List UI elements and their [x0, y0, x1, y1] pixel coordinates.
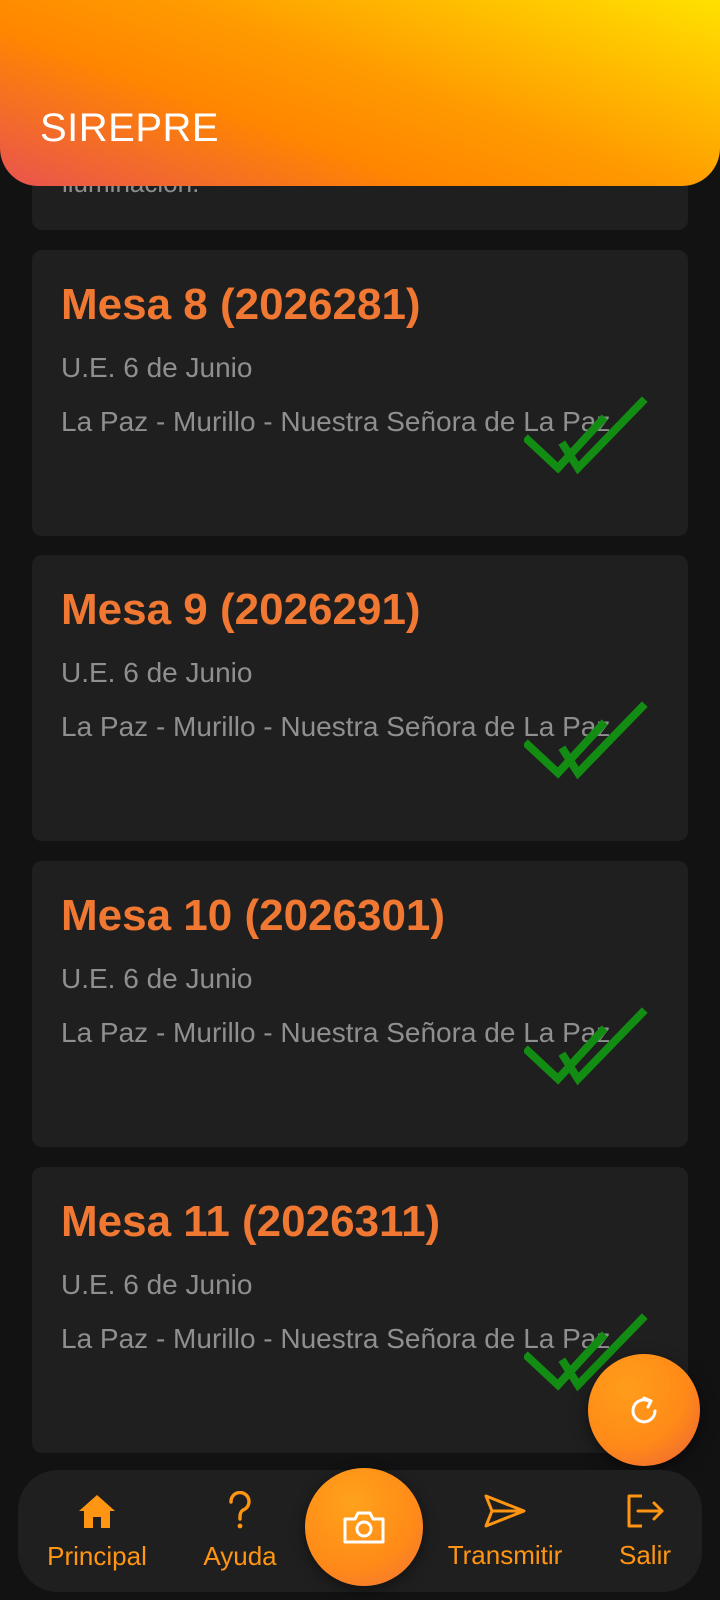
camera-icon — [343, 1511, 385, 1544]
double-check-icon — [524, 1007, 648, 1086]
app-title: SIREPRE — [40, 106, 220, 150]
home-icon — [79, 1494, 115, 1528]
mesa-card[interactable]: Mesa 10 (2026301) U.E. 6 de Junio La Paz… — [32, 861, 688, 1147]
nav-label: Salir — [618, 1539, 671, 1570]
double-check-icon — [524, 396, 648, 475]
mesa-school: U.E. 6 de Junio — [61, 657, 253, 688]
nav-item-salir[interactable]: Salir — [598, 1470, 692, 1592]
nav-item-transmitir[interactable]: Transmitir — [438, 1470, 572, 1592]
mesa-title: Mesa 9 (2026291) — [61, 585, 421, 634]
mesa-title: Mesa 8 (2026281) — [61, 280, 421, 329]
mesa-title: Mesa 10 (2026301) — [61, 891, 446, 940]
logout-icon — [627, 1494, 664, 1527]
nav-label: Principal — [47, 1540, 147, 1571]
nav-item-principal[interactable]: Principal — [36, 1470, 158, 1592]
mesa-school: U.E. 6 de Junio — [61, 352, 253, 383]
mesa-school: U.E. 6 de Junio — [61, 963, 253, 994]
refresh-icon — [631, 1396, 657, 1424]
camera-button[interactable] — [305, 1468, 423, 1586]
mesa-card[interactable]: Mesa 9 (2026291) U.E. 6 de Junio La Paz … — [32, 555, 688, 841]
double-check-icon — [524, 701, 648, 780]
app-bar: SIREPRE — [0, 0, 720, 186]
refresh-button[interactable] — [588, 1354, 700, 1466]
mesa-card[interactable]: Mesa 8 (2026281) U.E. 6 de Junio La Paz … — [32, 250, 688, 536]
nav-label: Transmitir — [447, 1539, 563, 1570]
nav-item-ayuda[interactable]: Ayuda — [190, 1470, 290, 1592]
help-icon — [229, 1490, 251, 1528]
mesa-title: Mesa 11 (2026311) — [61, 1197, 441, 1246]
send-icon — [484, 1494, 526, 1527]
nav-label: Ayuda — [203, 1540, 277, 1571]
mesa-school: U.E. 6 de Junio — [61, 1269, 253, 1300]
